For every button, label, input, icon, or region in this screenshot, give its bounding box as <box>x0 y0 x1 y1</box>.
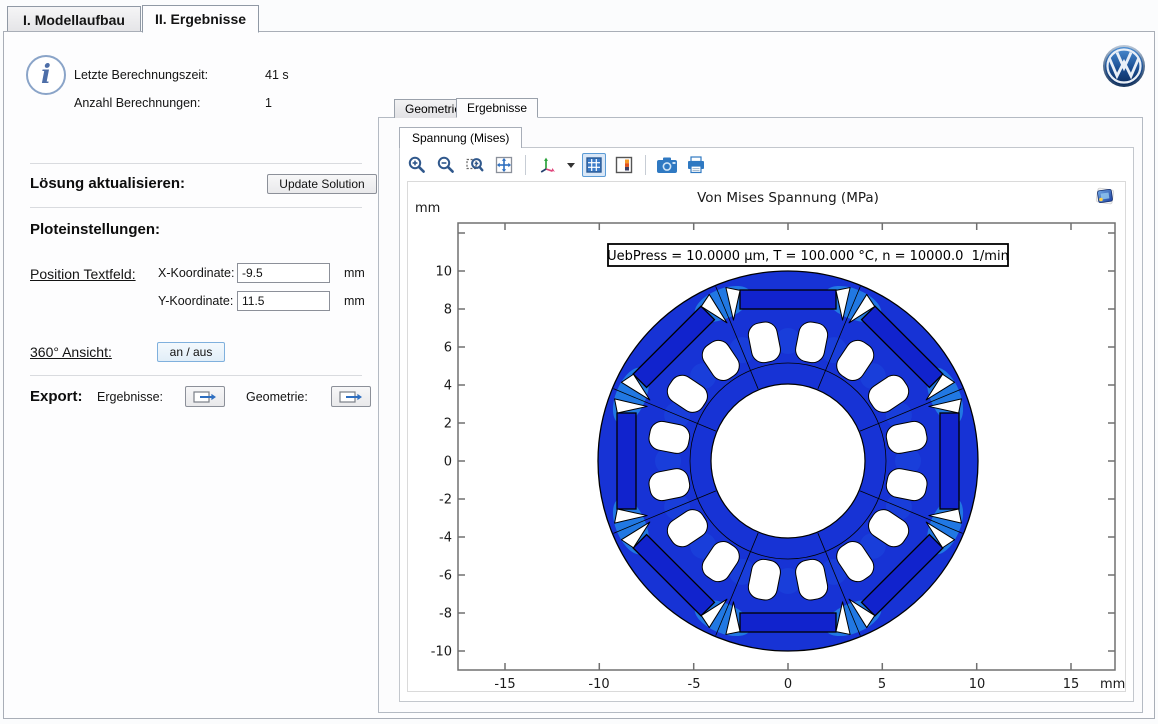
x-tick-label: 0 <box>784 677 792 691</box>
view-360-toggle-button[interactable]: an / aus <box>157 342 225 362</box>
plot-title: Von Mises Spannung (MPa) <box>697 190 879 206</box>
separator <box>30 207 362 208</box>
color-legend-icon <box>614 155 634 175</box>
separator <box>30 375 362 376</box>
annotation-text: UebPress = 10.0000 µm, T = 100.000 °C, n… <box>607 249 1009 264</box>
vw-logo <box>1102 44 1146 88</box>
x-tick-label: -15 <box>494 677 515 691</box>
grid-icon <box>586 157 602 173</box>
shaft-bore <box>711 384 865 538</box>
export-results-button[interactable] <box>185 386 225 407</box>
view-360-label: 360° Ansicht: <box>30 344 112 360</box>
graphics-toolbar <box>406 150 707 180</box>
view-orientation-button[interactable] <box>536 154 558 176</box>
y-tick-label: -10 <box>431 645 452 660</box>
x-tick-label: -10 <box>588 677 609 691</box>
x-tick-label: 10 <box>969 677 986 691</box>
rotor-cross-section <box>598 271 978 651</box>
y-tick-label: -8 <box>439 607 452 622</box>
grid-toggle-button[interactable] <box>582 153 606 177</box>
y-axis-labels: 10 8 6 4 2 0 -2 -4 -6 -8 -10 mm <box>415 201 452 660</box>
toolbar-separator <box>525 155 526 175</box>
tab-modellaufbau[interactable]: I. Modellaufbau <box>7 6 141 32</box>
tab-spannung-mises-label: Spannung (Mises) <box>412 131 509 145</box>
last-computation-label: Letzte Berechnungszeit: <box>74 68 208 82</box>
tab-spannung-mises[interactable]: Spannung (Mises) <box>399 127 522 148</box>
y-tick-label: -4 <box>439 531 452 546</box>
y-tick-label: 6 <box>444 341 452 356</box>
zoom-out-button[interactable] <box>435 154 457 176</box>
y-tick-label: 0 <box>444 455 452 470</box>
printer-icon <box>686 155 706 175</box>
graphics-panel: Von Mises Spannung (MPa) <box>399 147 1134 702</box>
app-window: I. Modellaufbau II. Ergebnisse i Letzte … <box>0 0 1158 724</box>
tab-ergebnisse-view[interactable]: Ergebnisse <box>456 98 538 118</box>
x-axis-unit: mm <box>1100 677 1125 691</box>
zoom-in-button[interactable] <box>406 154 428 176</box>
update-solution-header: Lösung aktualisieren: <box>30 175 185 192</box>
plot-settings-header: Ploteinstellungen: <box>30 221 160 238</box>
toolbar-separator <box>645 155 646 175</box>
annotation-box: UebPress = 10.0000 µm, T = 100.000 °C, n… <box>607 244 1009 266</box>
export-results-label: Ergebnisse: <box>97 390 163 404</box>
zoom-box-button[interactable] <box>464 154 486 176</box>
y-tick-label: -2 <box>439 493 452 508</box>
y-tick-label: -6 <box>439 569 452 584</box>
x-unit-label: mm <box>344 266 365 280</box>
zoom-extents-button[interactable] <box>493 154 515 176</box>
view-orientation-icon <box>537 155 557 175</box>
tab-ergebnisse[interactable]: II. Ergebnisse <box>142 5 259 33</box>
update-solution-button[interactable]: Update Solution <box>267 174 377 194</box>
tab-ergebnisse-view-label: Ergebnisse <box>467 101 527 115</box>
zoom-out-icon <box>436 155 456 175</box>
y-tick-label: 10 <box>435 265 452 280</box>
info-icon: i <box>26 55 66 95</box>
zoom-in-icon <box>407 155 427 175</box>
tab-ergebnisse-label: II. Ergebnisse <box>155 11 246 27</box>
x-tick-label: -5 <box>688 677 701 691</box>
export-header: Export: <box>30 388 83 405</box>
position-textfield-label: Position Textfeld: <box>30 266 136 282</box>
last-computation-value: 41 s <box>265 68 289 82</box>
y-coordinate-input[interactable] <box>237 291 330 311</box>
computation-count-label: Anzahl Berechnungen: <box>74 96 200 110</box>
y-tick-label: 4 <box>444 379 452 394</box>
y-axis-unit: mm <box>415 201 440 216</box>
tab-geometrie-view-label: Geometrie <box>405 102 461 116</box>
x-axis-labels: -15 -10 -5 0 5 10 15 mm <box>494 677 1125 691</box>
export-icon <box>339 390 363 404</box>
x-tick-label: 15 <box>1063 677 1080 691</box>
x-coordinate-input[interactable] <box>237 263 330 283</box>
tab-modellaufbau-label: I. Modellaufbau <box>23 12 125 28</box>
export-geometry-button[interactable] <box>331 386 371 407</box>
view-orientation-dropdown-caret[interactable] <box>567 163 575 168</box>
y-coordinate-label: Y-Koordinate: <box>158 294 233 308</box>
color-legend-toggle-button[interactable] <box>613 154 635 176</box>
export-geometry-label: Geometrie: <box>246 390 308 404</box>
zoom-extents-icon <box>494 155 514 175</box>
plot-canvas[interactable]: Von Mises Spannung (MPa) <box>407 181 1126 692</box>
snapshot-button[interactable] <box>656 154 678 176</box>
x-tick-label: 5 <box>878 677 886 691</box>
plot-group-icon[interactable] <box>1096 188 1114 204</box>
camera-icon <box>656 156 678 174</box>
separator <box>30 163 362 164</box>
mises-plot: Von Mises Spannung (MPa) <box>408 182 1125 691</box>
export-icon <box>193 390 217 404</box>
print-button[interactable] <box>685 154 707 176</box>
y-unit-label: mm <box>344 294 365 308</box>
y-tick-label: 2 <box>444 417 452 432</box>
x-coordinate-label: X-Koordinate: <box>158 266 234 280</box>
zoom-box-icon <box>465 155 485 175</box>
computation-count-value: 1 <box>265 96 272 110</box>
y-tick-label: 8 <box>444 303 452 318</box>
